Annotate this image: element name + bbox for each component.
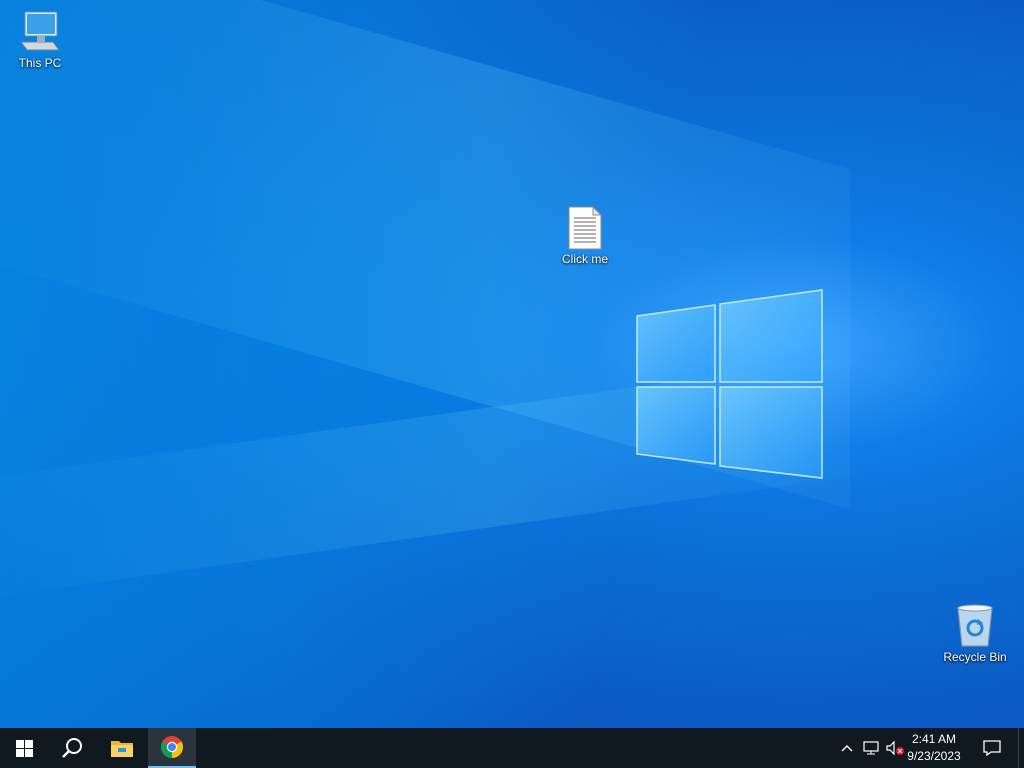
desktop: This PC Click me Recycle Bin [0,0,1024,728]
network-button[interactable] [860,728,882,768]
action-center-button[interactable] [978,728,1006,768]
search-button[interactable] [48,728,96,768]
search-icon [62,738,82,758]
file-explorer-icon [111,741,133,757]
clock-time: 2:41 AM [911,732,957,746]
show-desktop-button[interactable] [1018,728,1024,768]
desktop-icon-recycle-bin[interactable]: Recycle Bin [935,602,1015,664]
taskbar: 2:41 AM 9/23/2023 [0,728,1024,768]
network-icon [863,741,879,755]
taskbar-file-explorer[interactable] [98,728,146,768]
windows-start-icon [15,739,33,757]
chrome-icon [161,736,183,758]
chevron-up-icon [841,745,853,752]
clock-date: 9/23/2023 [907,749,961,763]
desktop-icon-click-me[interactable]: Click me [545,206,625,266]
desktop-icon-label: Click me [561,252,608,266]
start-button[interactable] [0,728,48,768]
desktop-icon-label: This PC [18,56,62,70]
this-pc-icon [20,11,60,51]
text-file-icon [568,206,603,250]
show-hidden-icons-button[interactable] [838,728,856,768]
wallpaper-windows-logo [636,289,823,479]
action-center-icon [983,740,1001,756]
recycle-bin-icon [957,604,993,647]
desktop-icon-label: Recycle Bin [943,650,1007,664]
taskbar-chrome[interactable] [148,728,196,768]
system-clock[interactable]: 2:41 AM 9/23/2023 [902,731,966,765]
desktop-icon-this-pc[interactable]: This PC [0,10,80,70]
